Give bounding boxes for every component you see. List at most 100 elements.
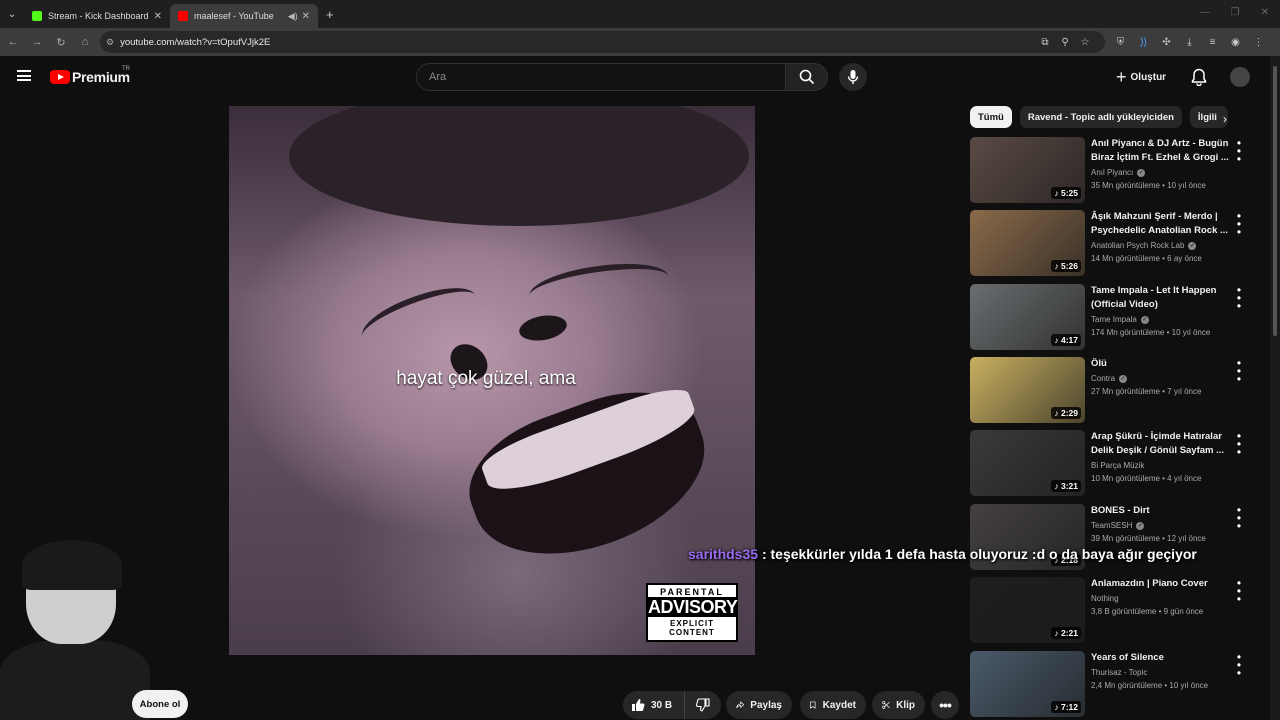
channel-name[interactable]: Nothing [1091, 594, 1231, 603]
more-vertical-icon[interactable]: • • • [1234, 137, 1244, 165]
tab-youtube[interactable]: maalesef - YouTube ◀) ✕ [170, 4, 318, 28]
youtube-premium-logo[interactable]: Premium TR [50, 66, 130, 85]
share-button[interactable]: Paylaş [726, 691, 792, 719]
video-thumbnail[interactable]: ♪ 2:29 [970, 357, 1085, 423]
dislike-button[interactable] [685, 698, 721, 712]
bookmark-star-icon[interactable]: ☆ [1075, 37, 1095, 48]
chip-from-uploader[interactable]: Ravend - Topic adlı yükleyiciden [1019, 106, 1182, 128]
recommendation-item[interactable]: ♪ 4:17 Tame Impala - Let It Happen (Offic… [970, 284, 1265, 352]
clip-button[interactable]: Klip [872, 691, 925, 719]
video-meta: 2,4 Mn görüntüleme • 10 yıl önce [1091, 681, 1209, 690]
video-title[interactable]: Tame Impala - Let It Happen (Official Vi… [1091, 284, 1231, 312]
search-button[interactable] [786, 63, 828, 91]
account-avatar[interactable] [1230, 67, 1250, 87]
video-thumbnail[interactable]: ♪ 5:25 [970, 137, 1085, 203]
chevron-right-icon[interactable]: › [1223, 112, 1227, 126]
maximize-icon[interactable]: ❐ [1220, 0, 1250, 28]
video-title[interactable]: Âşık Mahzuni Şerif - Merdo | Psychedelic… [1091, 210, 1231, 238]
save-bookmark-icon [810, 701, 816, 709]
notifications-bell-icon[interactable] [1191, 68, 1207, 91]
home-icon[interactable]: ⌂ [74, 36, 96, 48]
video-title[interactable]: Anlamazdın | Piano Cover [1091, 577, 1231, 591]
video-thumbnail[interactable]: ♪ 3:21 [970, 430, 1085, 496]
video-thumbnail[interactable]: ♪ 7:12 [970, 651, 1085, 717]
create-button[interactable]: + Oluştur [1116, 68, 1166, 86]
channel-name[interactable]: TeamSESH ✓ [1091, 521, 1231, 530]
video-title[interactable]: Arap Şükrü - İçimde Hatıralar Delik Deşi… [1091, 430, 1231, 458]
browser-extensions: ⛨ )) ✣ ⤓ ≡ ◉ ⋮ [1109, 31, 1270, 53]
minimize-icon[interactable]: — [1190, 0, 1220, 28]
video-title[interactable]: Ölü [1091, 357, 1231, 371]
video-info: BONES - Dirt TeamSESH ✓ 39 Mn görüntüleme •… [1091, 504, 1231, 543]
tab-kick-dashboard[interactable]: Stream - Kick Dashboard ✕ [24, 4, 170, 28]
hamburger-menu-icon[interactable] [17, 70, 31, 81]
video-thumbnail[interactable]: ♪ 5:26 [970, 210, 1085, 276]
video-title[interactable]: Years of Silence [1091, 651, 1231, 665]
media-control-icon[interactable]: ≡ [1201, 37, 1224, 48]
more-vertical-icon[interactable]: • • • [1234, 504, 1244, 532]
video-info: Years of Silence Thurisaz - Topic 2,4 Mn g… [1091, 651, 1231, 690]
page-scrollbar[interactable] [1270, 56, 1280, 720]
channel-text: Anatolian Psych Rock Lab [1091, 241, 1185, 250]
video-title[interactable]: Anıl Piyancı & DJ Artz - Bugün Biraz İçt… [1091, 137, 1231, 165]
voice-search-button[interactable] [839, 63, 867, 91]
close-tab-icon[interactable]: ✕ [302, 11, 310, 22]
tab-list-chevron-icon[interactable]: ⌄ [0, 0, 24, 28]
scrollbar-thumb[interactable] [1273, 66, 1277, 336]
video-title[interactable]: BONES - Dirt [1091, 504, 1231, 518]
speaker-icon[interactable]: ◀) [288, 11, 298, 22]
shield-extension-icon[interactable]: ⛨ [1109, 37, 1132, 48]
channel-name[interactable]: Anıl Piyancı ✓ [1091, 168, 1231, 177]
youtube-favicon-icon [178, 11, 188, 21]
url-text: youtube.com/watch?v=tOpufVJjk2E [120, 36, 271, 48]
save-button[interactable]: Kaydet [800, 691, 866, 719]
recommendation-item[interactable]: ♪ 5:25 Anıl Piyancı & DJ Artz - Bugün Bir… [970, 137, 1265, 205]
close-window-icon[interactable]: ✕ [1250, 0, 1280, 28]
subscribe-button[interactable]: Abone ol [132, 690, 188, 718]
search-input[interactable]: Ara [416, 63, 786, 91]
extensions-puzzle-icon[interactable]: ✣ [1155, 37, 1178, 48]
zoom-icon[interactable]: ⚲ [1055, 37, 1075, 48]
video-subtitle: hayat çok güzel, ama [229, 368, 755, 390]
video-info: Anıl Piyancı & DJ Artz - Bugün Biraz İçt… [1091, 137, 1231, 190]
more-vertical-icon[interactable]: • • • [1234, 284, 1244, 312]
kick-favicon-icon [32, 11, 42, 21]
recommendation-item[interactable]: ♪ 3:21 Arap Şükrü - İçimde Hatıralar Deli… [970, 430, 1265, 498]
channel-name[interactable]: Bi Parça Müzik [1091, 461, 1231, 470]
more-vertical-icon[interactable]: • • • [1234, 651, 1244, 679]
channel-name[interactable]: Thurisaz - Topic [1091, 668, 1231, 677]
audio-extension-icon[interactable]: )) [1132, 37, 1155, 48]
more-vertical-icon[interactable]: • • • [1234, 210, 1244, 238]
recommendation-item[interactable]: ♪ 7:12 Years of Silence Thurisaz - Topic 2,… [970, 651, 1265, 719]
recommendation-item[interactable]: ♪ 2:29 Ölü Contra ✓ 27 Mn görüntüleme • 7 yı… [970, 357, 1265, 425]
site-info-icon[interactable]: ⚙ [106, 37, 114, 48]
duration-text: 2:29 [1060, 408, 1078, 418]
profile-icon[interactable]: ◉ [1224, 37, 1247, 48]
new-tab-icon[interactable]: + [326, 7, 334, 22]
more-actions-button[interactable]: ••• [931, 691, 959, 719]
chip-all[interactable]: Tümü [970, 106, 1012, 128]
reload-icon[interactable]: ↻ [50, 36, 72, 49]
install-icon[interactable]: ⧉ [1035, 37, 1055, 48]
url-field[interactable]: ⚙ youtube.com/watch?v=tOpufVJjk2E ⧉ ⚲ ☆ [100, 31, 1105, 53]
video-player[interactable]: hayat çok güzel, ama PARENTAL ADVISORY E… [229, 106, 755, 655]
recommendation-item[interactable]: ♪ 5:26 Âşık Mahzuni Şerif - Merdo | Psych… [970, 210, 1265, 278]
like-button[interactable]: 30 B [623, 691, 685, 719]
channel-name[interactable]: Contra ✓ [1091, 374, 1231, 383]
video-thumbnail[interactable]: ♪ 4:17 [970, 284, 1085, 350]
video-thumbnail[interactable]: ♪ 2:21 [970, 577, 1085, 643]
close-tab-icon[interactable]: ✕ [154, 11, 162, 22]
download-icon[interactable]: ⤓ [1178, 37, 1201, 48]
create-label: Oluştur [1130, 71, 1167, 83]
more-vertical-icon[interactable]: • • • [1234, 430, 1244, 458]
browser-menu-icon[interactable]: ⋮ [1247, 37, 1270, 48]
channel-name[interactable]: Tame Impala ✓ [1091, 315, 1231, 324]
forward-icon[interactable]: → [26, 36, 48, 48]
channel-name[interactable]: Anatolian Psych Rock Lab ✓ [1091, 241, 1231, 250]
more-vertical-icon[interactable]: • • • [1234, 357, 1244, 385]
channel-text: Bi Parça Müzik [1091, 461, 1145, 470]
clip-label: Klip [896, 699, 915, 711]
back-icon[interactable]: ← [2, 36, 24, 48]
recommendation-item[interactable]: ♪ 2:21 Anlamazdın | Piano Cover Nothing 3,8… [970, 577, 1265, 645]
more-vertical-icon[interactable]: • • • [1234, 577, 1244, 605]
